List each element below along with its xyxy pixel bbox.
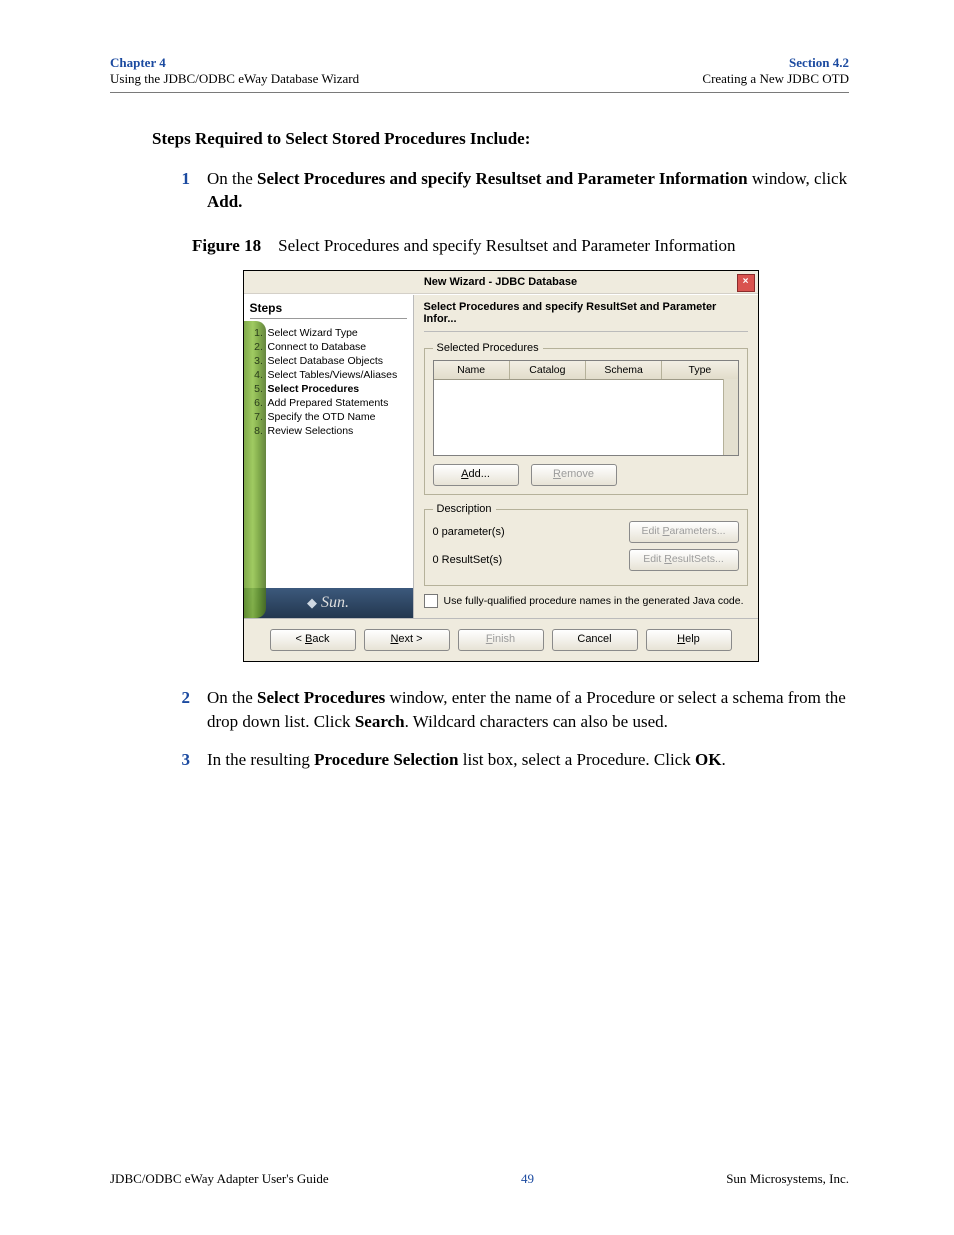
step-number: 1 bbox=[152, 167, 207, 215]
selected-procedures-legend: Selected Procedures bbox=[433, 342, 543, 354]
page-number: 49 bbox=[521, 1171, 534, 1187]
sun-brand-text: Sun. bbox=[321, 594, 349, 612]
step-number: 3 bbox=[152, 748, 207, 772]
col-schema[interactable]: Schema bbox=[586, 361, 662, 379]
sun-diamond-icon: ◆ bbox=[307, 595, 317, 611]
step-number: 2 bbox=[152, 686, 207, 734]
page-footer: JDBC/ODBC eWay Adapter User's Guide 49 S… bbox=[110, 1171, 849, 1187]
description-legend: Description bbox=[433, 503, 496, 515]
step-2: 2 On the Select Procedures window, enter… bbox=[152, 686, 849, 734]
next-button[interactable]: Next > bbox=[364, 629, 450, 651]
col-type[interactable]: Type bbox=[662, 361, 737, 379]
parameter-count: 0 parameter(s) bbox=[433, 526, 505, 538]
figure-label: Figure 18 bbox=[192, 236, 261, 255]
add-button[interactable]: Add... bbox=[433, 464, 519, 486]
col-name[interactable]: Name bbox=[434, 361, 510, 379]
wizard-step-item: 7.Specify the OTD Name bbox=[250, 411, 407, 424]
remove-button[interactable]: Remove bbox=[531, 464, 617, 486]
wizard-steps-list: 1.Select Wizard Type2.Connect to Databas… bbox=[250, 327, 407, 438]
wizard-step-item: 4.Select Tables/Views/Aliases bbox=[250, 369, 407, 382]
edit-resultsets-button[interactable]: Edit ResultSets... bbox=[629, 549, 739, 571]
wizard-dialog: New Wizard - JDBC Database × Steps 1.Sel… bbox=[243, 270, 759, 662]
description-group: Description 0 parameter(s) Edit Paramete… bbox=[424, 503, 748, 586]
finish-button[interactable]: Finish bbox=[458, 629, 544, 651]
wizard-step-item: 6.Add Prepared Statements bbox=[250, 397, 407, 410]
scrollbar[interactable] bbox=[723, 379, 738, 455]
dialog-title: New Wizard - JDBC Database bbox=[424, 276, 577, 288]
figure-title: Select Procedures and specify Resultset … bbox=[278, 236, 735, 255]
figure-caption: Figure 18 Select Procedures and specify … bbox=[152, 236, 849, 256]
wizard-step-item: 8.Review Selections bbox=[250, 425, 407, 438]
step-text: On the Select Procedures window, enter t… bbox=[207, 686, 849, 734]
wizard-step-item: 1.Select Wizard Type bbox=[250, 327, 407, 340]
wizard-step-item: 3.Select Database Objects bbox=[250, 355, 407, 368]
step-text: On the Select Procedures and specify Res… bbox=[207, 167, 849, 215]
footer-left: JDBC/ODBC eWay Adapter User's Guide bbox=[110, 1171, 329, 1187]
section-label: Section 4.2 bbox=[702, 55, 849, 71]
col-catalog[interactable]: Catalog bbox=[510, 361, 586, 379]
footer-right: Sun Microsystems, Inc. bbox=[726, 1171, 849, 1187]
table-header: Name Catalog Schema Type bbox=[434, 361, 738, 380]
help-button[interactable]: Help bbox=[646, 629, 732, 651]
chapter-subtitle: Using the JDBC/ODBC eWay Database Wizard bbox=[110, 71, 359, 87]
page-header: Chapter 4 Using the JDBC/ODBC eWay Datab… bbox=[110, 55, 849, 93]
steps-panel: Steps 1.Select Wizard Type2.Connect to D… bbox=[244, 295, 414, 618]
section-subtitle: Creating a New JDBC OTD bbox=[702, 71, 849, 87]
cancel-button[interactable]: Cancel bbox=[552, 629, 638, 651]
chapter-label: Chapter 4 bbox=[110, 55, 359, 71]
titlebar: New Wizard - JDBC Database × bbox=[244, 271, 758, 294]
procedures-table[interactable]: Name Catalog Schema Type bbox=[433, 360, 739, 456]
step-3: 3 In the resulting Procedure Selection l… bbox=[152, 748, 849, 772]
dialog-button-bar: < Back Next > Finish Cancel Help bbox=[244, 618, 758, 661]
step-text: In the resulting Procedure Selection lis… bbox=[207, 748, 849, 772]
close-icon[interactable]: × bbox=[737, 274, 755, 292]
fully-qualified-label: Use fully-qualified procedure names in t… bbox=[444, 595, 744, 607]
fully-qualified-checkbox[interactable] bbox=[424, 594, 438, 608]
steps-heading: Steps Required to Select Stored Procedur… bbox=[152, 129, 849, 149]
sun-logo: ◆ Sun. bbox=[244, 588, 413, 618]
step-1: 1 On the Select Procedures and specify R… bbox=[152, 167, 849, 215]
back-button[interactable]: < Back bbox=[270, 629, 356, 651]
wizard-main-panel: Select Procedures and specify ResultSet … bbox=[414, 295, 758, 618]
resultset-count: 0 ResultSet(s) bbox=[433, 554, 503, 566]
edit-parameters-button[interactable]: Edit Parameters... bbox=[629, 521, 739, 543]
steps-panel-title: Steps bbox=[250, 301, 407, 319]
wizard-main-title: Select Procedures and specify ResultSet … bbox=[424, 301, 748, 332]
wizard-step-item: 2.Connect to Database bbox=[250, 341, 407, 354]
wizard-step-item: 5.Select Procedures bbox=[250, 383, 407, 396]
selected-procedures-group: Selected Procedures Name Catalog Schema … bbox=[424, 342, 748, 495]
